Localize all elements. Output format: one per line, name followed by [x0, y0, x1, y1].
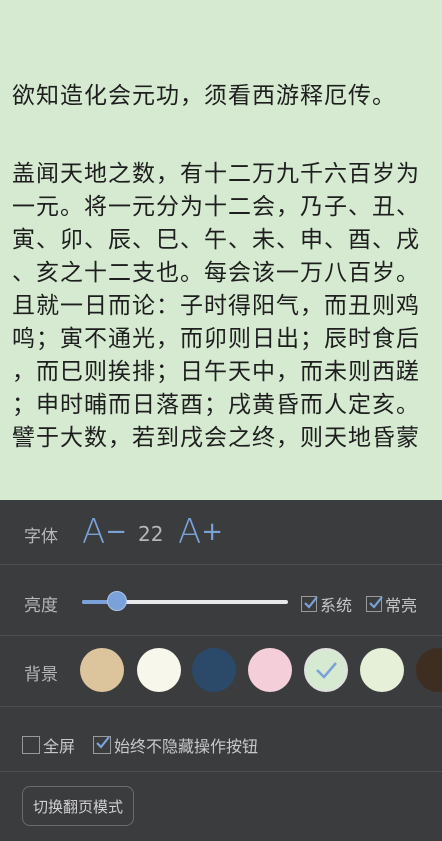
- background-swatch-navy[interactable]: [192, 648, 236, 692]
- text-line: 鸣；寅不通光，而卯则日出；辰时食后: [12, 326, 420, 352]
- background-swatch-white[interactable]: [137, 648, 181, 692]
- check-icon: [316, 662, 337, 679]
- background-swatch-tan[interactable]: [80, 648, 124, 692]
- background-swatch-brown[interactable]: [416, 648, 442, 692]
- checkbox-icon: [93, 736, 111, 754]
- always-show-buttons-checkbox[interactable]: 始终不隐藏操作按钮: [93, 733, 258, 757]
- text-line: 一元。将一元分为十二会，乃子、丑、: [12, 194, 420, 220]
- font-row: 字体 A− 22 A+: [0, 500, 442, 564]
- keep-screen-on-checkbox[interactable]: 常亮: [366, 592, 417, 616]
- increase-font-button[interactable]: A+: [178, 514, 223, 550]
- divider: [0, 706, 442, 707]
- background-label: 背景: [24, 665, 58, 685]
- fullscreen-checkbox[interactable]: 全屏: [22, 733, 75, 757]
- text-line: 、亥之十二支也。每会该一万八百岁。: [12, 260, 420, 286]
- checkbox-icon: [22, 736, 40, 754]
- checkbox-icon: [366, 596, 383, 612]
- system-brightness-label: 系统: [320, 596, 353, 615]
- text-line: ；申时晡而日落酉；戌黄昏而人定亥。: [12, 392, 420, 418]
- background-swatch-light-green[interactable]: [360, 648, 404, 692]
- divider: [0, 564, 442, 565]
- settings-panel: 字体 A− 22 A+ 亮度 系统 常亮 背景 全屏 始终不隐藏操作按钮 切换翻…: [0, 500, 442, 841]
- reader-content: 欲知造化会元功，须看西游释厄传。 盖闻天地之数，有十二万九千六百岁为 一元。将一…: [0, 0, 442, 500]
- paragraph-intro: 欲知造化会元功，须看西游释厄传。: [12, 83, 396, 109]
- text-line: ，而巳则挨排；日午天中，而未则西蹉: [12, 359, 420, 385]
- text-line: 寅、卯、辰、巳、午、未、申、酉、戌: [12, 227, 420, 253]
- font-size-value: 22: [138, 522, 164, 546]
- switch-page-mode-button[interactable]: 切换翻页模式: [22, 786, 134, 826]
- divider: [0, 635, 442, 636]
- brightness-slider-thumb[interactable]: [107, 591, 128, 611]
- system-brightness-checkbox[interactable]: 系统: [301, 592, 352, 616]
- background-swatch-green[interactable]: [304, 648, 348, 692]
- text-line: 盖闻天地之数，有十二万九千六百岁为: [12, 161, 420, 187]
- font-label: 字体: [24, 527, 58, 547]
- keep-screen-on-label: 常亮: [385, 596, 418, 615]
- decrease-font-button[interactable]: A−: [82, 514, 127, 550]
- background-swatch-pink[interactable]: [248, 648, 292, 692]
- text-line: 譬于大数，若到戌会之终，则天地昏蒙: [12, 425, 420, 451]
- plus-icon: +: [201, 517, 224, 547]
- fullscreen-label: 全屏: [43, 737, 76, 756]
- paragraph-main: 盖闻天地之数，有十二万九千六百岁为 一元。将一元分为十二会，乃子、丑、 寅、卯、…: [12, 158, 432, 455]
- checkbox-icon: [301, 596, 318, 612]
- font-a-icon: A: [82, 512, 106, 552]
- always-show-buttons-label: 始终不隐藏操作按钮: [114, 737, 259, 756]
- divider: [0, 771, 442, 772]
- minus-icon: −: [105, 517, 128, 547]
- brightness-label: 亮度: [24, 596, 58, 616]
- text-line: 且就一日而论：子时得阳气，而丑则鸡: [12, 293, 420, 319]
- font-a-icon: A: [178, 512, 202, 552]
